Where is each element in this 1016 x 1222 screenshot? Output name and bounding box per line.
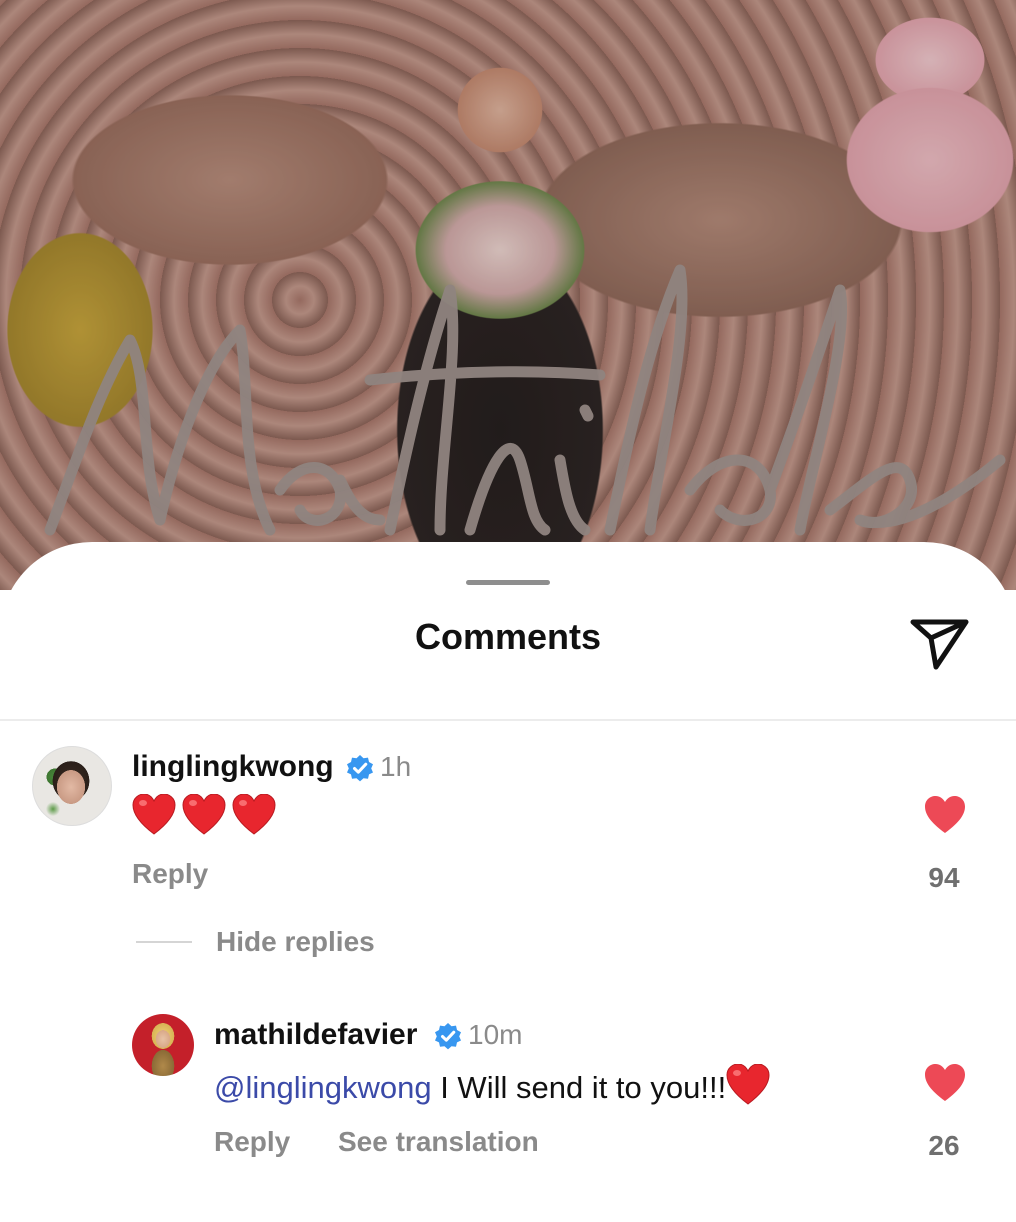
red-heart-emoji-icon xyxy=(182,794,226,835)
avatar[interactable] xyxy=(32,746,112,826)
hide-replies-button[interactable]: Hide replies xyxy=(216,926,375,958)
see-translation-button[interactable]: See translation xyxy=(338,1126,539,1158)
verified-badge-icon xyxy=(435,1023,461,1050)
like-count: 94 xyxy=(928,862,960,893)
sheet-grabber[interactable] xyxy=(466,580,550,585)
reply-text: @linglingkwong I Will send it to you!!! xyxy=(214,1064,770,1106)
paper-plane-icon[interactable] xyxy=(906,610,972,670)
like-count: 26 xyxy=(928,1130,960,1161)
sheet-title: Comments xyxy=(414,616,602,657)
heart-icon[interactable] xyxy=(924,1064,966,1102)
reply-button[interactable]: Reply xyxy=(214,1126,290,1158)
reply-button[interactable]: Reply xyxy=(132,858,208,890)
comment-username[interactable]: linglingkwong xyxy=(132,750,334,784)
reply-time: 10m xyxy=(468,1019,523,1050)
replies-divider xyxy=(136,941,192,943)
red-heart-emoji-icon xyxy=(726,1064,770,1105)
reply-text-body: I Will send it to you!!! xyxy=(431,1070,727,1105)
red-heart-emoji-icon xyxy=(232,794,276,835)
mathilde-signature-logo xyxy=(44,264,1006,536)
verified-badge-icon xyxy=(347,755,373,782)
header-divider xyxy=(0,719,1016,721)
mention-link[interactable]: @linglingkwong xyxy=(214,1070,432,1105)
reply-username[interactable]: mathildefavier xyxy=(214,1018,417,1052)
comment-time: 1h xyxy=(380,751,412,782)
comment-text: ❤️❤️❤️ xyxy=(132,794,282,838)
post-photo xyxy=(0,0,1016,590)
avatar[interactable] xyxy=(132,1014,194,1076)
red-heart-emoji-icon xyxy=(132,794,176,835)
heart-icon[interactable] xyxy=(924,796,966,834)
